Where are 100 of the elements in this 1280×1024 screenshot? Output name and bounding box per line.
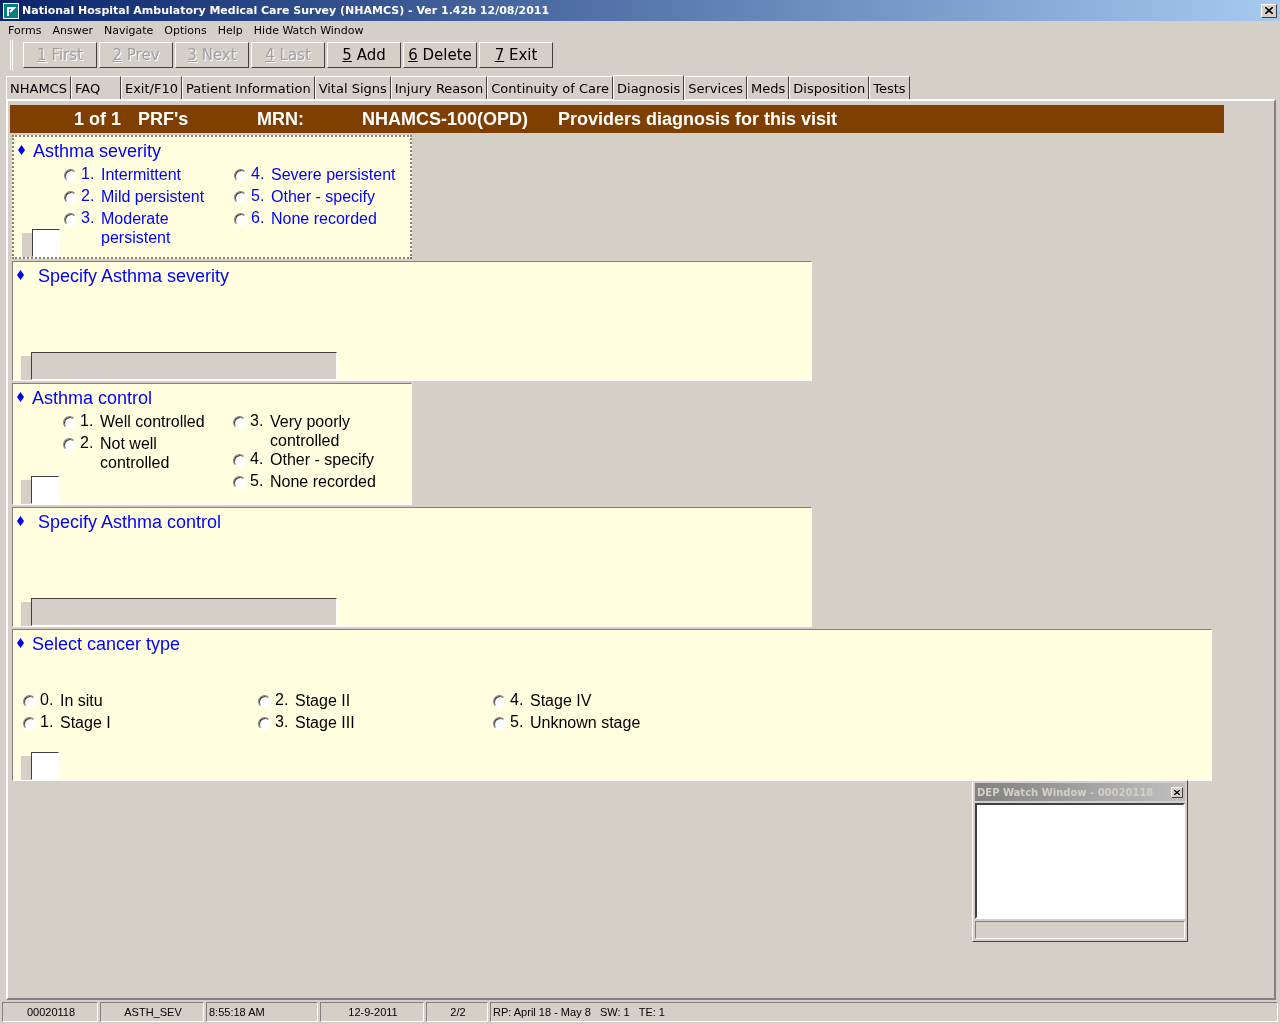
option-number: 5. — [250, 472, 265, 490]
radio-button[interactable] — [258, 717, 271, 730]
radio-button[interactable] — [23, 717, 36, 730]
option-number: 0. — [40, 691, 55, 709]
question-title: Specify Asthma control — [38, 512, 222, 532]
option-number: 3. — [81, 209, 96, 227]
tab[interactable]: Diagnosis — [613, 75, 685, 100]
menu-item[interactable]: Navigate — [98, 24, 160, 37]
tab[interactable]: FAQ — [70, 76, 121, 99]
option-label: Intermittent — [101, 165, 182, 184]
toolbar-button[interactable]: 5 Add — [327, 42, 401, 68]
field-marker — [21, 756, 31, 780]
radio-button[interactable] — [64, 191, 77, 204]
option-label: Moderate persistent — [101, 209, 171, 247]
option-label: In situ — [60, 691, 103, 710]
radio-button[interactable] — [493, 717, 506, 730]
close-icon — [1265, 7, 1273, 14]
tab[interactable]: Patient Information — [181, 76, 315, 99]
radio-button[interactable] — [63, 416, 76, 429]
code-entry-field[interactable] — [31, 752, 59, 780]
option-label: Mild persistent — [101, 187, 205, 206]
mrn-label: MRN: — [257, 108, 305, 130]
radio-button[interactable] — [234, 213, 247, 226]
toolbar-button[interactable]: 6 Delete — [403, 42, 477, 68]
close-button[interactable] — [1261, 3, 1277, 18]
option-label: None recorded — [270, 472, 376, 491]
option-number: 3. — [275, 713, 290, 731]
menu-item[interactable]: Options — [159, 24, 213, 37]
radio-button[interactable] — [233, 454, 246, 467]
menu-item[interactable]: Answer — [47, 24, 99, 37]
option-number: 4. — [250, 450, 265, 468]
field-marker — [22, 233, 32, 257]
status-cell: 2/2 — [426, 1002, 488, 1022]
close-icon — [1174, 789, 1180, 795]
radio-button[interactable] — [234, 191, 247, 204]
radio-button[interactable] — [258, 695, 271, 708]
option-number: 3. — [250, 412, 265, 430]
toolbar-button[interactable]: 7 Exit — [479, 42, 553, 68]
option-number: 4. — [510, 691, 525, 709]
tab[interactable]: Meds — [747, 76, 790, 99]
answer-field[interactable] — [31, 352, 337, 380]
diamond-icon — [17, 516, 24, 526]
option-label: Very poorly controlled — [270, 412, 351, 450]
code-entry-field[interactable] — [31, 476, 59, 504]
radio-button[interactable] — [64, 169, 77, 182]
option-label: Severe persistent — [271, 165, 396, 184]
diamond-icon — [18, 145, 25, 155]
radio-button[interactable] — [63, 438, 76, 451]
radio-button[interactable] — [64, 213, 77, 226]
field-marker — [21, 356, 31, 380]
radio-button[interactable] — [233, 416, 246, 429]
option-number: 5. — [510, 713, 525, 731]
status-cell: RP: April 18 - May 8 SW: 1 TE: 1 — [490, 1002, 1278, 1022]
menu-item[interactable]: Hide Watch Window — [248, 24, 370, 37]
field-marker — [21, 480, 31, 504]
question-title: Asthma severity — [33, 141, 162, 161]
window-title: National Hospital Ambulatory Medical Care Survey (NHAMCS) - Ver 1.42b 12/08/2011 — [22, 4, 551, 17]
close-button[interactable] — [1171, 786, 1183, 798]
option-number: 4. — [251, 165, 266, 183]
tab[interactable]: Vital Signs — [314, 76, 391, 99]
question-title: Select cancer type — [32, 634, 181, 654]
option-number: 5. — [251, 187, 266, 205]
tab[interactable]: Continuity of Care — [487, 76, 614, 99]
tab[interactable]: Disposition — [789, 76, 870, 99]
app-icon — [3, 2, 19, 19]
diamond-icon — [17, 638, 24, 648]
option-label: Not well controlled — [100, 434, 170, 472]
tab[interactable]: Services — [684, 76, 748, 99]
tab[interactable]: Exit/F10 — [120, 76, 182, 99]
radio-button[interactable] — [493, 695, 506, 708]
option-label: Unknown stage — [530, 713, 641, 732]
option-number: 2. — [81, 187, 96, 205]
menu-item[interactable]: Forms — [3, 24, 48, 37]
option-number: 6. — [251, 209, 266, 227]
tab[interactable]: Tests — [869, 76, 910, 99]
option-label: Other - specify — [271, 187, 376, 206]
field-marker — [21, 602, 31, 626]
record-count: 1 of 1 — [74, 108, 122, 130]
menu-item[interactable]: Help — [212, 24, 249, 37]
radio-button[interactable] — [234, 169, 247, 182]
option-label: Stage IV — [530, 691, 592, 710]
radio-button[interactable] — [233, 476, 246, 489]
option-label: None recorded — [271, 209, 377, 228]
diamond-icon — [17, 270, 24, 280]
option-number: 1. — [80, 412, 95, 430]
diamond-icon — [17, 392, 24, 402]
status-cell: 8:55:18 AM — [206, 1002, 318, 1022]
option-label: Stage II — [295, 691, 351, 710]
option-label: Well controlled — [100, 412, 205, 431]
status-cell: 00020118 — [2, 1002, 98, 1022]
form-name: PRF's — [138, 108, 190, 130]
radio-button[interactable] — [23, 695, 36, 708]
question-title: Specify Asthma severity — [38, 266, 230, 286]
answer-field[interactable] — [31, 598, 337, 626]
option-number: 2. — [275, 691, 290, 709]
option-label: Other - specify — [270, 450, 375, 469]
option-number: 2. — [80, 434, 95, 452]
tab[interactable]: Injury Reason — [390, 76, 488, 99]
tab[interactable]: NHAMCS — [6, 76, 71, 99]
code-entry-field[interactable] — [32, 229, 60, 257]
